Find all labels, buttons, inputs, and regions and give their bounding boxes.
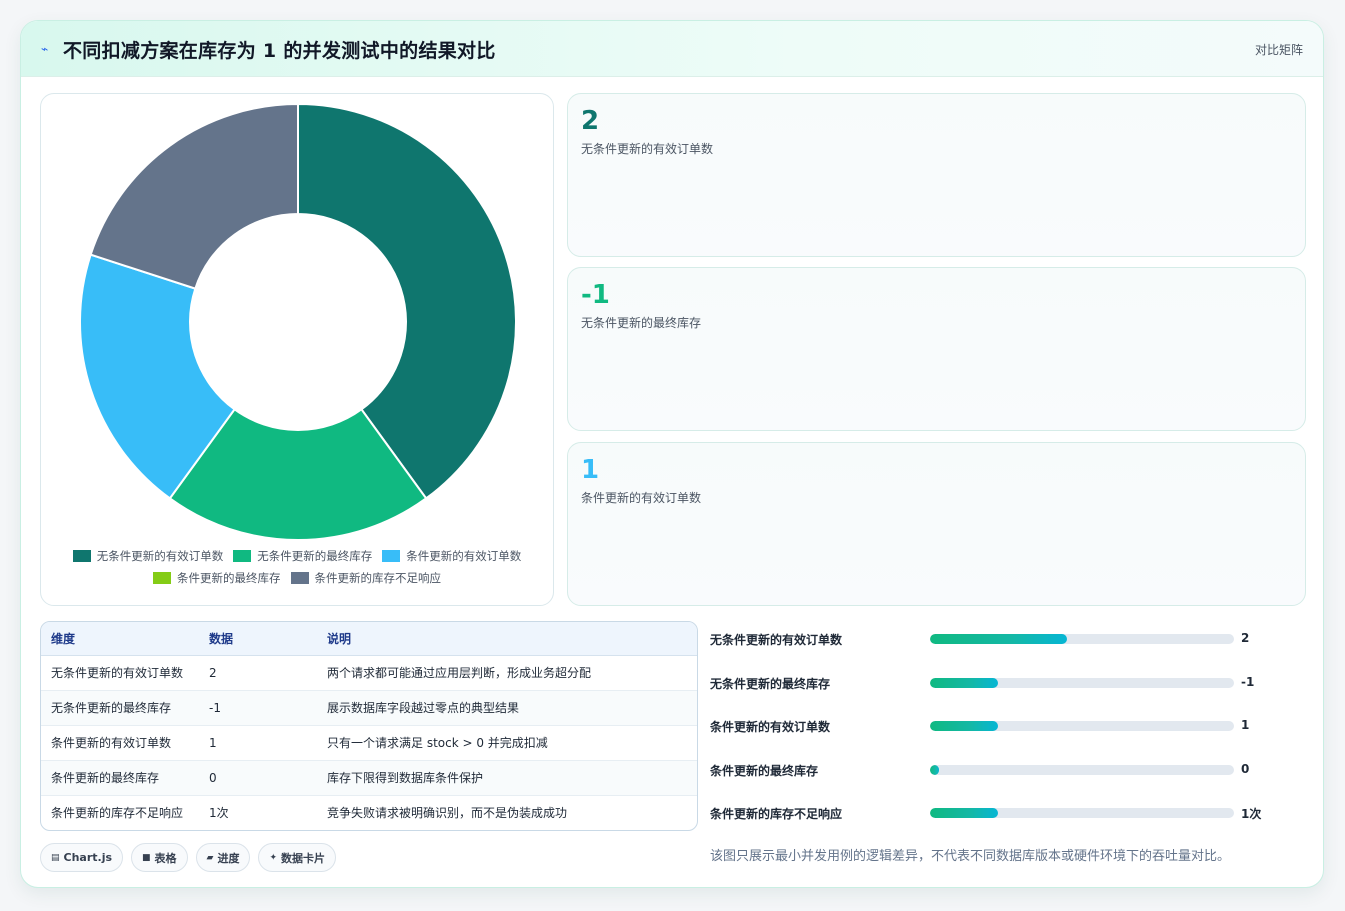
- chart-legend-row-2: 条件更新的最终库存 条件更新的库存不足响应: [41, 570, 553, 586]
- progress-row: 无条件更新的有效订单数 2: [710, 629, 1310, 649]
- card-header: ⌁ 不同扣减方案在库存为 1 的并发测试中的结果对比 对比矩阵: [21, 21, 1323, 77]
- cell-dimension: 无条件更新的有效订单数: [41, 655, 199, 691]
- progress-label: 条件更新的库存不足响应: [710, 807, 843, 821]
- cell-dimension: 无条件更新的最终库存: [41, 690, 199, 726]
- column-header-description: 说明: [317, 622, 697, 656]
- progress-value: -1: [1241, 675, 1255, 689]
- chip-label: Chart.js: [63, 851, 113, 864]
- progress-row: 条件更新的有效订单数 1: [710, 716, 1310, 736]
- legend-label: 条件更新的库存不足响应: [314, 571, 442, 585]
- cell-data: 2: [199, 655, 317, 691]
- progress-track: [930, 808, 1234, 818]
- progress-label: 条件更新的有效订单数: [710, 720, 831, 734]
- matrix-tag: 对比矩阵: [1254, 43, 1303, 57]
- tech-chips: ▤ Chart.js ■ 表格 ▰ 进度 ✦ 数据卡片: [40, 843, 337, 872]
- cell-dimension: 条件更新的库存不足响应: [51, 806, 184, 821]
- stat-card-2: -1 无条件更新的最终库存: [567, 267, 1306, 431]
- progress-track: [930, 765, 1234, 775]
- chart-legend-row-1: 无条件更新的有效订单数 无条件更新的最终库存 条件更新的有效订单数: [41, 548, 553, 564]
- footnote: 该图只展示最小并发用例的逻辑差异，不代表不同数据库版本或硬件环境下的吞吐量对比。: [710, 849, 1231, 864]
- legend-item[interactable]: 无条件更新的有效订单数: [72, 548, 224, 564]
- legend-item[interactable]: 条件更新的库存不足响应: [290, 570, 442, 586]
- cell-data: 1次: [209, 806, 229, 821]
- legend-label: 无条件更新的有效订单数: [96, 549, 224, 563]
- progress-track: [930, 721, 1234, 731]
- bolt-icon: ⌁: [41, 42, 49, 56]
- table-header-row: 维度 数据 说明: [41, 622, 697, 656]
- chip-data-card[interactable]: ✦ 数据卡片: [258, 843, 337, 872]
- cell-dimension: 条件更新的有效订单数: [41, 725, 199, 761]
- cell-description: 展示数据库字段越过零点的典型结果: [317, 690, 697, 726]
- progress-value: 0: [1241, 762, 1250, 776]
- progress-label: 无条件更新的有效订单数: [710, 633, 843, 647]
- chip-chartjs[interactable]: ▤ Chart.js: [40, 843, 124, 872]
- legend-swatch: [72, 550, 91, 562]
- table-icon: ■: [142, 852, 151, 863]
- stat-label: 无条件更新的有效订单数: [581, 142, 714, 156]
- legend-item[interactable]: 条件更新的最终库存: [153, 570, 281, 586]
- progress-value: 1次: [1241, 807, 1262, 821]
- stat-value: -1: [581, 280, 610, 310]
- legend-label: 条件更新的有效订单数: [406, 549, 522, 563]
- donut-chart: [79, 102, 517, 541]
- stat-label: 条件更新的有效订单数: [581, 491, 702, 505]
- progress-fill: [930, 721, 999, 731]
- legend-swatch: [233, 550, 252, 562]
- progress-track: [930, 678, 1234, 688]
- stat-value: 2: [581, 106, 600, 136]
- cell-data: 1: [199, 725, 317, 761]
- chip-label: 数据卡片: [281, 851, 326, 865]
- table-row: 条件更新的有效订单数 1 只有一个请求满足 stock > 0 并完成扣减: [41, 725, 697, 761]
- progress-row: 条件更新的库存不足响应 1次: [710, 803, 1310, 823]
- cell-description: 库存下限得到数据库条件保护: [317, 760, 697, 796]
- cell-description: 竞争失败请求被明确识别，而不是伪装成成功: [327, 806, 568, 821]
- progress-fill: [930, 678, 999, 688]
- progress-value: 1: [1241, 718, 1250, 732]
- chart-icon: ▤: [51, 852, 60, 863]
- chip-progress[interactable]: ▰ 进度: [195, 843, 251, 872]
- legend-item[interactable]: 条件更新的有效订单数: [382, 548, 521, 564]
- chip-table[interactable]: ■ 表格: [131, 843, 188, 872]
- table-row: 条件更新的最终库存 0 库存下限得到数据库条件保护: [41, 760, 697, 796]
- cell-description: 只有一个请求满足 stock > 0 并完成扣减: [317, 725, 697, 761]
- legend-swatch: [382, 550, 401, 562]
- page-title: 不同扣减方案在库存为 1 的并发测试中的结果对比: [63, 40, 496, 62]
- donut-chart-panel: 无条件更新的有效订单数 无条件更新的最终库存 条件更新的有效订单数 条件更新的最终库…: [40, 93, 554, 606]
- progress-fill: [930, 765, 940, 775]
- legend-swatch: [290, 572, 309, 584]
- chip-label: 进度: [217, 851, 240, 865]
- data-table: 维度 数据 说明 无条件更新的有效订单数 2 两个请求都可能通过应用层判断，形成…: [40, 621, 698, 831]
- legend-swatch: [153, 572, 171, 584]
- table-row: 无条件更新的有效订单数 2 两个请求都可能通过应用层判断，形成业务超分配: [41, 655, 697, 691]
- cell-data: -1: [199, 690, 317, 726]
- progress-row: 无条件更新的最终库存 -1: [710, 673, 1310, 693]
- legend-item[interactable]: 无条件更新的最终库存: [233, 548, 372, 564]
- column-header-dimension: 维度: [41, 622, 199, 656]
- stat-label: 无条件更新的最终库存: [581, 316, 702, 330]
- column-header-data: 数据: [199, 622, 317, 656]
- progress-label: 无条件更新的最终库存: [710, 677, 831, 691]
- stat-card-1: 2 无条件更新的有效订单数: [567, 93, 1306, 257]
- progress-row: 条件更新的最终库存 0: [710, 760, 1310, 780]
- progress-track: [930, 634, 1234, 644]
- progress-fill: [930, 634, 1067, 644]
- stat-value: 1: [581, 455, 600, 485]
- progress-label: 条件更新的最终库存: [710, 764, 819, 778]
- card-icon: ✦: [269, 852, 278, 863]
- cell-description: 两个请求都可能通过应用层判断，形成业务超分配: [317, 655, 697, 691]
- table-row: 条件更新的库存不足响应 1次 竞争失败请求被明确识别，而不是伪装成成功: [41, 795, 697, 830]
- stat-card-3: 1 条件更新的有效订单数: [567, 442, 1306, 606]
- legend-label: 无条件更新的最终库存: [257, 549, 373, 563]
- progress-fill: [930, 808, 999, 818]
- cell-dimension: 条件更新的最终库存: [41, 760, 199, 796]
- result-card: ⌁ 不同扣减方案在库存为 1 的并发测试中的结果对比 对比矩阵 无条件更新的有效…: [20, 20, 1324, 888]
- progress-value: 2: [1241, 631, 1250, 645]
- table-row: 无条件更新的最终库存 -1 展示数据库字段越过零点的典型结果: [41, 690, 697, 726]
- cell-data: 0: [199, 760, 317, 796]
- progress-icon: ▰: [206, 852, 214, 863]
- donut-slice[interactable]: [89, 102, 299, 290]
- legend-label: 条件更新的最终库存: [177, 571, 281, 585]
- chip-label: 表格: [154, 851, 177, 865]
